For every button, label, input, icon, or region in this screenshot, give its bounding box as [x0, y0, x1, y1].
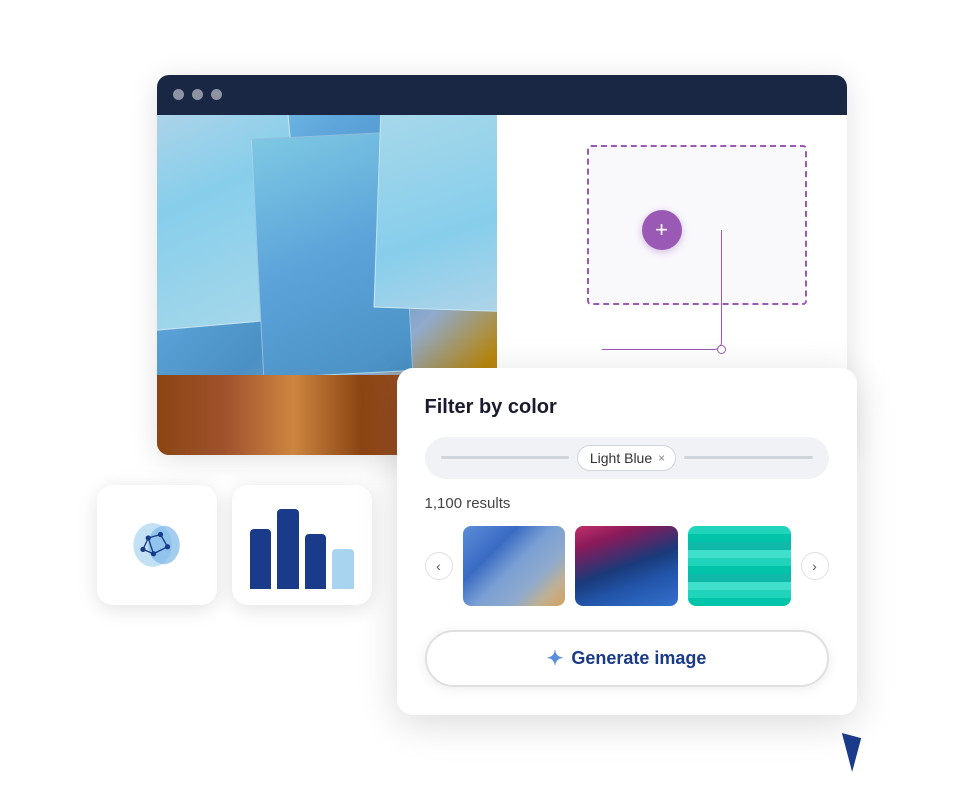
ai-brain-card — [97, 485, 217, 605]
cursor-triangle — [832, 733, 860, 772]
bar-3 — [305, 534, 327, 589]
browser-dot-2 — [192, 89, 203, 100]
bar-4 — [332, 549, 354, 589]
brain-icon — [122, 510, 192, 580]
filter-search-bar[interactable]: Light Blue × — [425, 437, 829, 479]
filter-tag-light-blue[interactable]: Light Blue × — [577, 445, 676, 471]
thumbnails-row: ‹ › — [425, 526, 829, 606]
next-thumbnail-button[interactable]: › — [801, 552, 829, 580]
glass-panel-3 — [373, 115, 496, 312]
browser-titlebar — [157, 75, 847, 115]
thumb3-stripes — [688, 526, 791, 606]
thumbnail-2[interactable] — [575, 526, 678, 606]
browser-dot-1 — [173, 89, 184, 100]
thumbnail-3[interactable] — [688, 526, 791, 606]
search-line-right — [684, 456, 812, 459]
filter-tag-remove[interactable]: × — [658, 451, 665, 465]
generate-button-label: Generate image — [571, 648, 706, 669]
bar-2 — [277, 509, 299, 589]
sparkle-icon: ✦ — [547, 646, 564, 671]
prev-thumbnail-button[interactable]: ‹ — [425, 552, 453, 580]
filter-panel: Filter by color Light Blue × 1,100 resul… — [397, 368, 857, 715]
generate-image-button[interactable]: ✦ Generate image — [425, 630, 829, 687]
bar-chart-card — [232, 485, 372, 605]
thumbnail-1[interactable] — [463, 526, 566, 606]
filter-tag-label: Light Blue — [590, 450, 652, 466]
search-line-left — [441, 456, 569, 459]
bar-1 — [250, 529, 272, 589]
add-content-button[interactable]: + — [642, 210, 682, 250]
connector-dot — [717, 345, 726, 354]
results-count: 1,100 results — [425, 495, 829, 512]
browser-dot-3 — [211, 89, 222, 100]
filter-panel-title: Filter by color — [425, 396, 829, 419]
